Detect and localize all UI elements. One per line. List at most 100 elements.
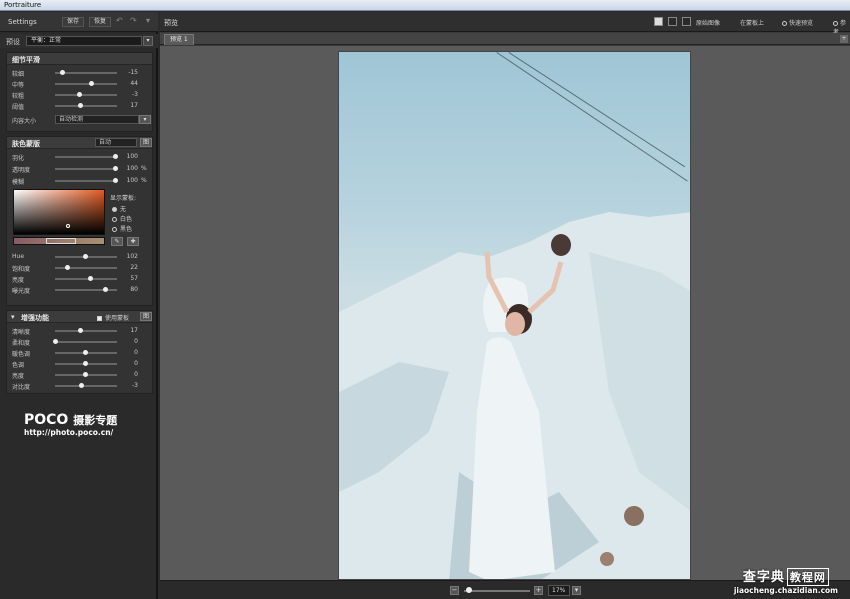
slider-knob[interactable]	[78, 103, 83, 108]
window-title: Portraiture	[4, 1, 42, 9]
save-button[interactable]: 保存	[62, 17, 85, 27]
collapse-arrow-icon[interactable]: ▾	[11, 313, 15, 321]
slider-value[interactable]: 44	[122, 80, 138, 87]
mask-view-button[interactable]: 图	[140, 138, 152, 147]
slider-value[interactable]: 0	[122, 360, 138, 367]
checkbox-icon[interactable]	[97, 316, 102, 321]
slider-value[interactable]: 57	[122, 275, 138, 282]
preset-menu-icon[interactable]: ▾	[143, 36, 153, 46]
site-name: 查字典 教程网	[734, 566, 838, 586]
zoom-in-icon[interactable]: +	[534, 586, 543, 595]
slider-knob[interactable]	[103, 287, 108, 292]
slider-knob[interactable]	[79, 383, 84, 388]
slider-label: 对比度	[12, 384, 31, 391]
undo-icon[interactable]: ↶	[116, 16, 123, 25]
slider-label: 饱和度	[12, 266, 31, 273]
poco-url: http://photo.poco.cn/	[24, 428, 114, 437]
slider-value[interactable]: 17	[122, 327, 138, 334]
slider-value[interactable]: -3	[122, 382, 138, 389]
single-view-icon[interactable]	[654, 17, 663, 26]
content-size-row: 内容大小 自动检测 ▾	[7, 115, 154, 125]
slider-knob[interactable]	[77, 92, 82, 97]
slider-value[interactable]: 102	[122, 253, 138, 260]
zoom-slider-knob[interactable]	[466, 587, 472, 593]
slider-knob[interactable]	[113, 166, 118, 171]
radio-icon[interactable]	[782, 21, 787, 26]
mask-display-none[interactable]: 无	[112, 204, 126, 213]
slider-row: 亮度 57	[7, 274, 154, 284]
slider-knob[interactable]	[83, 350, 88, 355]
split-horizontal-icon[interactable]	[668, 17, 677, 26]
zoom-menu-icon[interactable]: ▾	[572, 586, 581, 595]
slider-value[interactable]: 0	[122, 338, 138, 345]
use-mask-checkbox[interactable]: 使用蒙板	[97, 313, 129, 322]
slider-track[interactable]	[55, 156, 117, 158]
slider-knob[interactable]	[88, 276, 93, 281]
slider-value[interactable]: -3	[122, 91, 138, 98]
slider-knob[interactable]	[53, 339, 58, 344]
slider-knob[interactable]	[83, 254, 88, 259]
slider-track[interactable]	[55, 385, 117, 387]
slider-value[interactable]: -15	[122, 69, 138, 76]
content-size-select[interactable]: 自动检测	[55, 115, 139, 124]
radio-icon[interactable]	[833, 21, 838, 26]
slider-row: 较细 -15	[7, 68, 154, 78]
add-tab-icon[interactable]: +	[840, 35, 848, 43]
slider-track[interactable]	[55, 83, 117, 85]
mask-display-black[interactable]: 黑色	[112, 224, 132, 233]
redo-icon[interactable]: ↷	[130, 16, 137, 25]
slider-knob[interactable]	[78, 328, 83, 333]
enhance-view-button[interactable]: 图	[140, 312, 152, 321]
mask-display-white[interactable]: 白色	[112, 214, 132, 223]
slider-knob[interactable]	[113, 154, 118, 159]
slider-knob[interactable]	[113, 178, 118, 183]
slider-value[interactable]: 80	[122, 286, 138, 293]
option-on-mask[interactable]: 在蒙板上	[740, 18, 764, 27]
option-quick-preview[interactable]: 快速预览	[782, 18, 813, 27]
slider-knob[interactable]	[65, 265, 70, 270]
eyedropper-icon[interactable]: ✎	[111, 237, 123, 246]
slider-value[interactable]: 100	[122, 153, 138, 160]
slider-knob[interactable]	[83, 372, 88, 377]
slider-track[interactable]	[55, 330, 117, 332]
slider-knob[interactable]	[60, 70, 65, 75]
preview-toolbar: 预览 原始图像 在蒙板上 快速预览 参考	[160, 12, 850, 36]
radio-icon[interactable]	[112, 207, 117, 212]
slider-value[interactable]: 0	[122, 371, 138, 378]
slider-track[interactable]	[55, 168, 117, 170]
slider-value[interactable]: 17	[122, 102, 138, 109]
zoom-slider-track[interactable]	[464, 590, 530, 592]
option-original[interactable]: 原始图像	[696, 18, 720, 27]
content-size-menu-icon[interactable]: ▾	[139, 115, 151, 124]
slider-value[interactable]: 100	[122, 177, 138, 184]
radio-icon[interactable]	[112, 217, 117, 222]
zoom-level-field[interactable]: 17%	[548, 585, 570, 596]
preview-canvas[interactable]	[160, 46, 850, 580]
tab-preview-1[interactable]: 预览 1	[164, 34, 194, 45]
split-vertical-icon[interactable]	[682, 17, 691, 26]
zoom-out-icon[interactable]: −	[450, 586, 459, 595]
skin-hue-strip[interactable]	[13, 237, 105, 245]
restore-button[interactable]: 恢复	[89, 17, 112, 27]
menu-arrow-icon[interactable]: ▾	[146, 16, 150, 25]
slider-track[interactable]	[55, 105, 117, 107]
radio-icon[interactable]	[112, 227, 117, 232]
slider-label: 亮度	[12, 277, 25, 284]
skin-color-picker[interactable]	[13, 189, 105, 235]
slider-knob[interactable]	[89, 81, 94, 86]
slider-knob[interactable]	[83, 361, 88, 366]
slider-value[interactable]: 0	[122, 349, 138, 356]
slider-track[interactable]	[55, 278, 117, 280]
hue-range-selector[interactable]	[46, 238, 76, 244]
slider-value[interactable]: 100	[122, 165, 138, 172]
color-picker-cursor[interactable]	[66, 224, 70, 228]
slider-value[interactable]: 22	[122, 264, 138, 271]
site-name-box: 教程网	[786, 568, 829, 586]
mask-mode-select[interactable]: 自动	[95, 138, 137, 147]
settings-toolbar: Settings 保存 恢复 ↶ ↷ ▾	[0, 12, 158, 32]
slider-track[interactable]	[55, 94, 117, 96]
preset-select[interactable]: 平衡：正常	[26, 36, 142, 46]
slider-track[interactable]	[55, 341, 117, 343]
slider-track[interactable]	[55, 180, 117, 182]
eyedropper-plus-icon[interactable]: ✚	[127, 237, 139, 246]
